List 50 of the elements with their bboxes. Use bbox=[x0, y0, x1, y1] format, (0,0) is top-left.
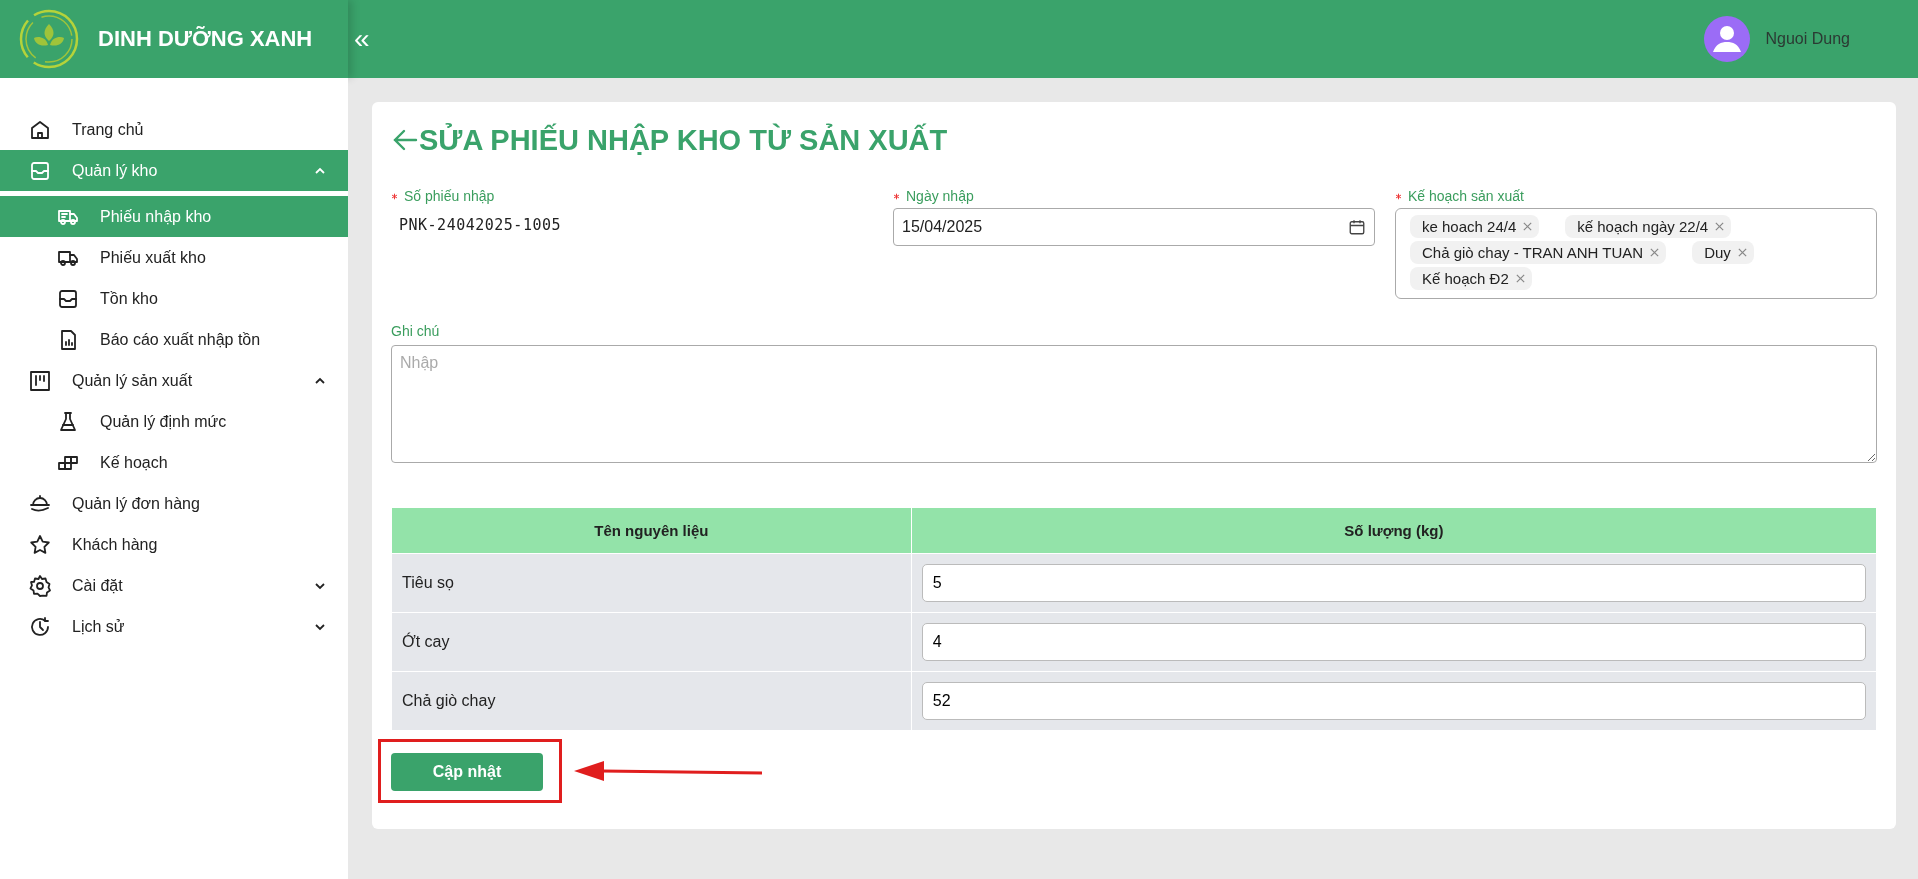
avatar-icon[interactable] bbox=[1703, 16, 1750, 62]
close-icon[interactable] bbox=[1736, 247, 1748, 258]
calendar-icon bbox=[1348, 218, 1366, 236]
clock-icon bbox=[28, 614, 52, 639]
required-icon bbox=[893, 192, 900, 200]
sidebar-item[interactable]: Quản lý đơn hàng bbox=[0, 483, 348, 524]
field-label: Ghi chú bbox=[391, 323, 440, 339]
note-field[interactable]: Nhập bbox=[391, 345, 1877, 463]
sidebar-item[interactable]: Tồn kho bbox=[0, 278, 348, 319]
sidebar-item[interactable]: Báo cáo xuất nhập tồn bbox=[0, 319, 348, 360]
sidebar-item[interactable]: Lịch sử bbox=[0, 606, 348, 647]
tag: kế hoạch ngày 22/4 bbox=[1565, 215, 1732, 238]
settings-icon bbox=[28, 573, 52, 598]
table-cell: Chả giò chay bbox=[391, 671, 912, 731]
table-cell: Tiêu sọ bbox=[391, 553, 912, 613]
sidebar-item[interactable]: Khách hàng bbox=[0, 524, 348, 565]
tag: Duy bbox=[1692, 241, 1754, 264]
brand-name: DINH DƯỠNG XANH bbox=[98, 26, 313, 52]
sidebar-item[interactable]: Phiếu xuất kho bbox=[0, 237, 348, 278]
close-icon[interactable] bbox=[1714, 221, 1726, 232]
user-name: Nguoi Dung bbox=[1765, 30, 1850, 48]
close-icon[interactable] bbox=[1649, 247, 1661, 258]
sidebar-item[interactable]: Trang chủ bbox=[0, 109, 348, 150]
sidebar-item[interactable]: Kế hoạch bbox=[0, 442, 348, 483]
close-icon[interactable] bbox=[1514, 273, 1526, 284]
close-icon[interactable] bbox=[1522, 221, 1534, 232]
quantity-field[interactable]: 5 bbox=[921, 564, 1866, 602]
leaf-logo-icon bbox=[18, 8, 80, 70]
page-title: SỬA PHIẾU NHẬP KHO TỪ SẢN XUẤT bbox=[419, 123, 948, 157]
star-icon bbox=[28, 532, 52, 557]
quantity-field[interactable]: 4 bbox=[921, 623, 1866, 661]
field-label: Kế hoạch sản xuất bbox=[1408, 188, 1524, 204]
date-field[interactable]: 15/04/2025 bbox=[893, 208, 1375, 246]
tag: Chả giò chay - TRAN ANH TUAN bbox=[1410, 241, 1667, 264]
board-icon bbox=[28, 368, 52, 393]
column-header: Số lượng (kg) bbox=[911, 507, 1877, 554]
tag: Kế hoạch Đ2 bbox=[1410, 267, 1532, 290]
tag-select-field[interactable]: ke hoach 24/4 kế hoạch ngày 22/4 Chả giò chay - TRAN ANH TUAN Duy Kế hoạch Đ2 bbox=[1395, 208, 1877, 299]
field-label: Ngày nhập bbox=[906, 188, 974, 204]
field-label: Số phiếu nhập bbox=[404, 188, 495, 204]
sidebar-item[interactable]: Quản lý định mức bbox=[0, 401, 348, 442]
required-icon bbox=[1395, 192, 1402, 200]
tag: ke hoach 24/4 bbox=[1410, 215, 1540, 238]
column-header: Tên nguyên liệu bbox=[391, 507, 912, 554]
quantity-field[interactable]: 52 bbox=[921, 682, 1866, 720]
sidebar-item[interactable]: Cài đặt bbox=[0, 565, 348, 606]
sidebar-item[interactable]: Quản lý sản xuất bbox=[0, 360, 348, 401]
field-value: PNK-24042025-1005 bbox=[398, 215, 563, 236]
required-icon bbox=[391, 192, 398, 200]
table-cell: Ớt cay bbox=[391, 612, 912, 672]
